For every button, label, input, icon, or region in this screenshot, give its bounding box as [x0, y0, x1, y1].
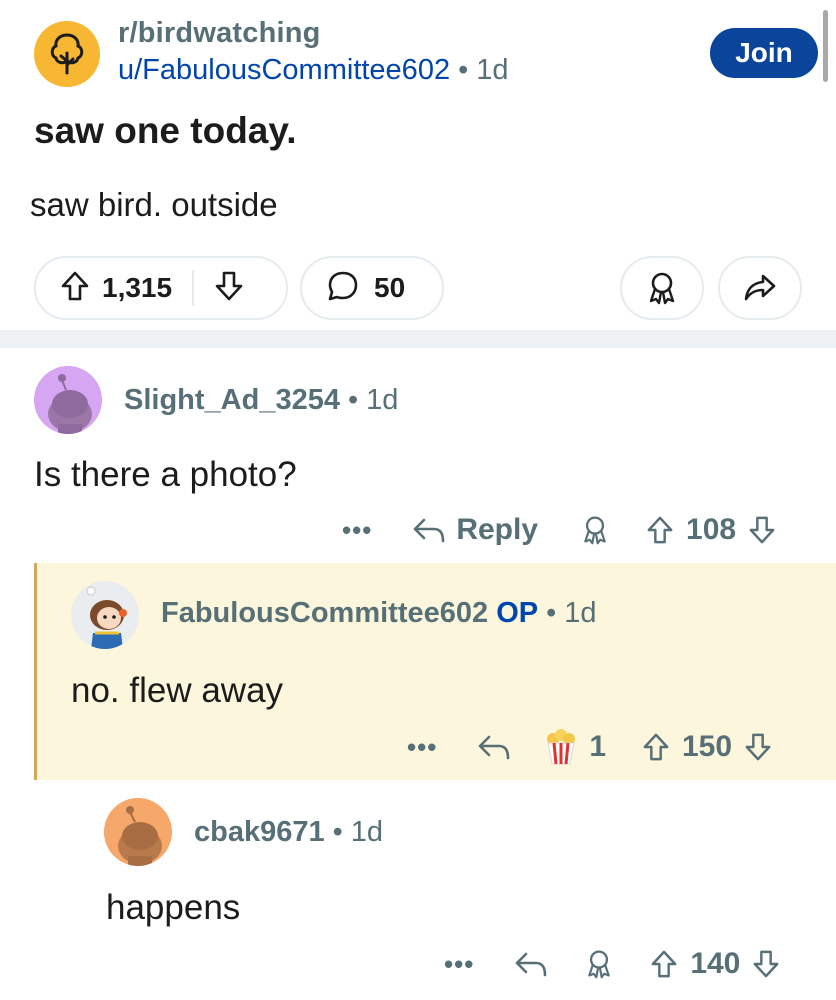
post-author-line: u/FabulousCommittee602 • 1d — [118, 54, 509, 87]
comment-score: 140 — [690, 947, 741, 980]
comments-button[interactable]: 50 — [300, 256, 444, 320]
section-divider — [0, 330, 836, 348]
comment-author-line: Slight_Ad_3254 • 1d — [124, 384, 398, 417]
snoo-avatar-icon — [71, 581, 139, 649]
subreddit-name[interactable]: r/birdwatching — [118, 17, 321, 50]
vote-divider — [192, 270, 195, 306]
comment-actions: ••• 140 — [444, 942, 780, 986]
comment: cbak9671 • 1d happens ••• 140 — [0, 780, 836, 1000]
comment-username[interactable]: cbak9671 — [194, 816, 325, 848]
meta-separator: • — [458, 54, 469, 86]
post-card: r/birdwatching u/FabulousCommittee602 • 1d… — [0, 0, 836, 330]
comment: Slight_Ad_3254 • 1d Is there a photo? ••• … — [0, 348, 836, 563]
upvote-icon[interactable] — [650, 949, 678, 979]
award-icon — [588, 950, 611, 979]
snoo-avatar-icon — [118, 806, 162, 866]
meta-separator: • — [332, 816, 343, 848]
upvote-icon[interactable] — [646, 515, 674, 545]
reply-button[interactable]: Reply — [412, 513, 538, 547]
avatar[interactable] — [34, 366, 102, 434]
share-button[interactable] — [718, 256, 802, 320]
reply-icon — [479, 735, 510, 760]
award-icon — [584, 516, 606, 545]
award-icon — [649, 272, 675, 305]
post-author[interactable]: u/FabulousCommittee602 — [118, 54, 450, 86]
upvote-icon[interactable] — [642, 732, 670, 762]
award-button[interactable] — [620, 256, 704, 320]
comment-text: Is there a photo? — [34, 455, 297, 494]
downvote-icon[interactable] — [748, 515, 776, 545]
downvote-icon[interactable] — [744, 732, 772, 762]
award-button[interactable] — [580, 514, 610, 546]
popcorn-award[interactable]: 1 — [543, 728, 606, 766]
more-options-button[interactable]: ••• — [444, 949, 474, 980]
comment-score: 108 — [686, 513, 737, 546]
more-options-button[interactable]: ••• — [407, 732, 437, 763]
comment-actions: ••• Reply 108 — [342, 508, 776, 552]
comment-username[interactable]: FabulousCommittee602 — [161, 597, 488, 629]
comment-bubble-icon — [326, 269, 360, 308]
scrollbar[interactable] — [823, 10, 828, 82]
award-count: 1 — [589, 730, 606, 763]
upvote-count: 1,315 — [102, 272, 173, 303]
comment-count: 50 — [374, 272, 406, 303]
downvote-icon[interactable] — [214, 270, 244, 307]
comment-author-line: cbak9671 • 1d — [194, 816, 383, 849]
downvote-icon[interactable] — [752, 949, 780, 979]
meta-separator: • — [546, 597, 557, 629]
post-body: saw bird. outside — [30, 186, 278, 223]
comment-age: 1d — [366, 384, 399, 416]
comment-text: no. flew away — [71, 671, 284, 710]
reply-icon — [516, 952, 547, 977]
join-button[interactable]: Join — [710, 28, 818, 78]
comment-text: happens — [106, 888, 241, 927]
comment-username[interactable]: Slight_Ad_3254 — [124, 384, 340, 416]
reply-button[interactable] — [514, 949, 548, 979]
comment-actions: ••• 1 150 — [407, 725, 772, 769]
avatar[interactable] — [104, 798, 172, 866]
comment-op-reply: FabulousCommittee602 OP • 1d no. flew away… — [34, 563, 836, 780]
reply-icon — [414, 518, 445, 543]
snoo-avatar-icon — [48, 374, 92, 434]
share-icon — [744, 274, 776, 301]
reply-button[interactable] — [477, 732, 511, 762]
avatar[interactable] — [71, 581, 139, 649]
op-badge: OP — [496, 597, 539, 629]
vote-bar: 1,315 — [34, 256, 288, 320]
comment-age: 1d — [564, 597, 597, 629]
award-button[interactable] — [584, 948, 614, 980]
tree-icon — [50, 33, 84, 75]
meta-separator: • — [347, 384, 359, 416]
more-options-button[interactable]: ••• — [342, 515, 372, 546]
subreddit-avatar[interactable] — [34, 21, 100, 87]
popcorn-icon — [547, 729, 576, 765]
post-age: 1d — [476, 54, 509, 86]
comment-author-line: FabulousCommittee602 OP • 1d — [161, 597, 597, 630]
comment-score: 150 — [682, 730, 733, 763]
comment-age: 1d — [350, 816, 384, 848]
upvote-icon[interactable] — [60, 270, 90, 307]
post-title: saw one today. — [34, 110, 297, 151]
reply-label: Reply — [456, 513, 539, 546]
